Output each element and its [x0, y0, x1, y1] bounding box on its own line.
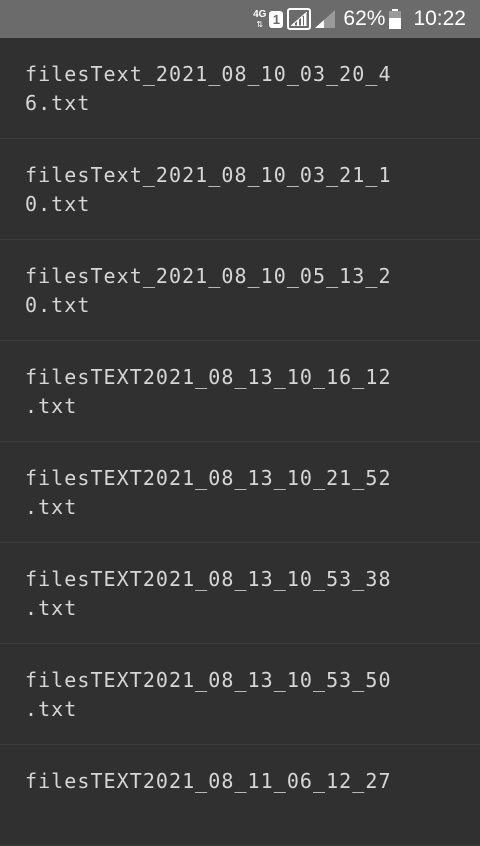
file-name-line-2: 0.txt: [25, 293, 91, 317]
clock: 10:22: [413, 7, 466, 30]
file-list-item[interactable]: filesText_2021_08_10_03_21_1 0.txt: [0, 139, 480, 240]
file-list-item[interactable]: filesText_2021_08_10_03_20_4 6.txt: [0, 38, 480, 139]
file-name-line-2: .txt: [25, 596, 78, 620]
sim-slot-badge: 1: [269, 10, 284, 28]
signal-strength-icon: [287, 8, 312, 30]
file-name-line-1: filesTEXT2021_08_13_10_21_52: [25, 466, 392, 490]
network-type-label: 4G: [253, 8, 267, 20]
file-name-line-2: 6.txt: [25, 91, 91, 115]
signal-strength-secondary-icon: [315, 10, 336, 28]
file-name-line-1: filesTEXT2021_08_11_06_12_27: [25, 769, 392, 793]
file-list-item[interactable]: filesTEXT2021_08_13_10_21_52 .txt: [0, 442, 480, 543]
status-bar: 4G ⇅ 1 62% 10:22: [0, 0, 480, 38]
file-list: filesText_2021_08_10_03_20_4 6.txt files…: [0, 38, 480, 846]
file-list-item[interactable]: filesTEXT2021_08_13_10_53_38 .txt: [0, 543, 480, 644]
file-name-line-1: filesText_2021_08_10_03_21_1: [25, 163, 392, 187]
battery-percentage: 62%: [343, 7, 386, 30]
file-name-line-2: 0.txt: [25, 192, 91, 216]
file-name-line-1: filesText_2021_08_10_03_20_4: [25, 62, 392, 86]
file-name-line-1: filesText_2021_08_10_05_13_2: [25, 264, 392, 288]
file-name-line-1: filesTEXT2021_08_13_10_53_38: [25, 567, 392, 591]
data-activity-icon: ⇅: [256, 19, 264, 29]
file-list-item[interactable]: filesTEXT2021_08_13_10_53_50 .txt: [0, 644, 480, 745]
file-name-line-1: filesTEXT2021_08_13_10_16_12: [25, 365, 392, 389]
battery-icon: [389, 9, 402, 29]
file-name-line-2: .txt: [25, 495, 78, 519]
file-list-item[interactable]: filesText_2021_08_10_05_13_2 0.txt: [0, 240, 480, 341]
file-list-item[interactable]: filesTEXT2021_08_13_10_16_12 .txt: [0, 341, 480, 442]
network-indicator: 4G ⇅: [253, 8, 267, 29]
file-name-line-1: filesTEXT2021_08_13_10_53_50: [25, 668, 392, 692]
file-list-item[interactable]: filesTEXT2021_08_11_06_12_27: [0, 745, 480, 846]
file-name-line-2: .txt: [25, 394, 78, 418]
file-name-line-2: .txt: [25, 697, 78, 721]
